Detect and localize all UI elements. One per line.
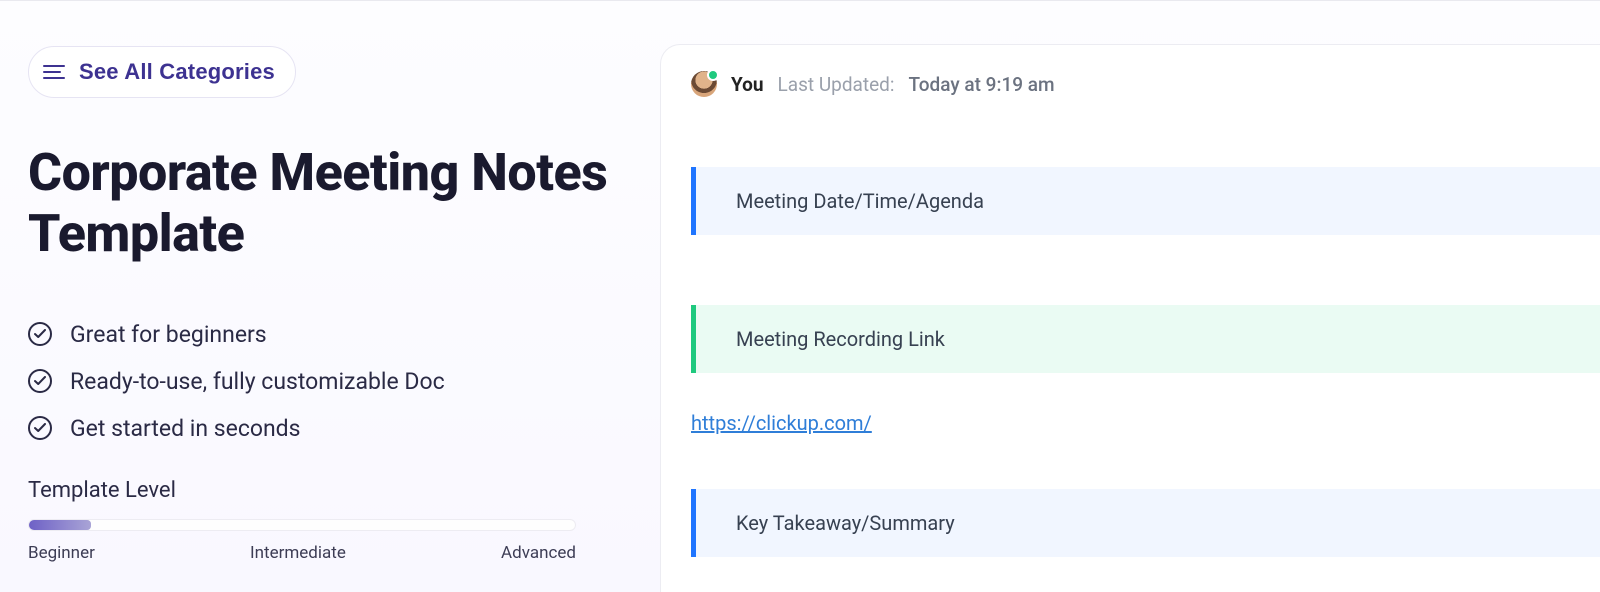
check-icon	[28, 416, 52, 440]
level-tick-intermediate: Intermediate	[250, 543, 346, 563]
feature-text: Get started in seconds	[70, 415, 301, 442]
page-title: Corporate Meeting Notes Template	[28, 142, 620, 265]
author-label: You	[731, 73, 764, 96]
check-icon	[28, 369, 52, 393]
level-tick-beginner: Beginner	[28, 543, 95, 563]
see-all-categories-button[interactable]: See All Categories	[28, 46, 296, 98]
feature-list: Great for beginners Ready-to-use, fully …	[28, 321, 620, 442]
updated-time: Today at 9:19 am	[908, 73, 1054, 96]
recording-link-row: https://clickup.com/	[691, 411, 1600, 435]
callout-text: Key Takeaway/Summary	[736, 511, 955, 535]
callout-takeaway[interactable]: Key Takeaway/Summary	[691, 489, 1600, 557]
feature-item: Ready-to-use, fully customizable Doc	[28, 368, 620, 395]
feature-item: Get started in seconds	[28, 415, 620, 442]
callout-text: Meeting Recording Link	[736, 327, 945, 351]
categories-label: See All Categories	[79, 59, 275, 85]
template-level-ticks: Beginner Intermediate Advanced	[28, 543, 576, 563]
template-preview-panel: You Last Updated: Today at 9:19 am Meeti…	[660, 44, 1600, 592]
template-info-pane: See All Categories Corporate Meeting Not…	[0, 0, 648, 592]
template-level-meter	[28, 519, 576, 531]
callout-recording[interactable]: Meeting Recording Link	[691, 305, 1600, 373]
level-tick-advanced: Advanced	[501, 543, 576, 563]
check-icon	[28, 322, 52, 346]
feature-item: Great for beginners	[28, 321, 620, 348]
callout-meeting-info[interactable]: Meeting Date/Time/Agenda	[691, 167, 1600, 235]
updated-prefix: Last Updated:	[778, 73, 895, 96]
callout-text: Meeting Date/Time/Agenda	[736, 189, 984, 213]
feature-text: Great for beginners	[70, 321, 267, 348]
recording-link[interactable]: https://clickup.com/	[691, 411, 872, 435]
template-level-label: Template Level	[28, 478, 620, 503]
avatar	[691, 71, 717, 97]
template-level-fill	[29, 520, 91, 530]
feature-text: Ready-to-use, fully customizable Doc	[70, 368, 445, 395]
menu-icon	[43, 64, 65, 80]
doc-meta-row: You Last Updated: Today at 9:19 am	[691, 71, 1600, 97]
